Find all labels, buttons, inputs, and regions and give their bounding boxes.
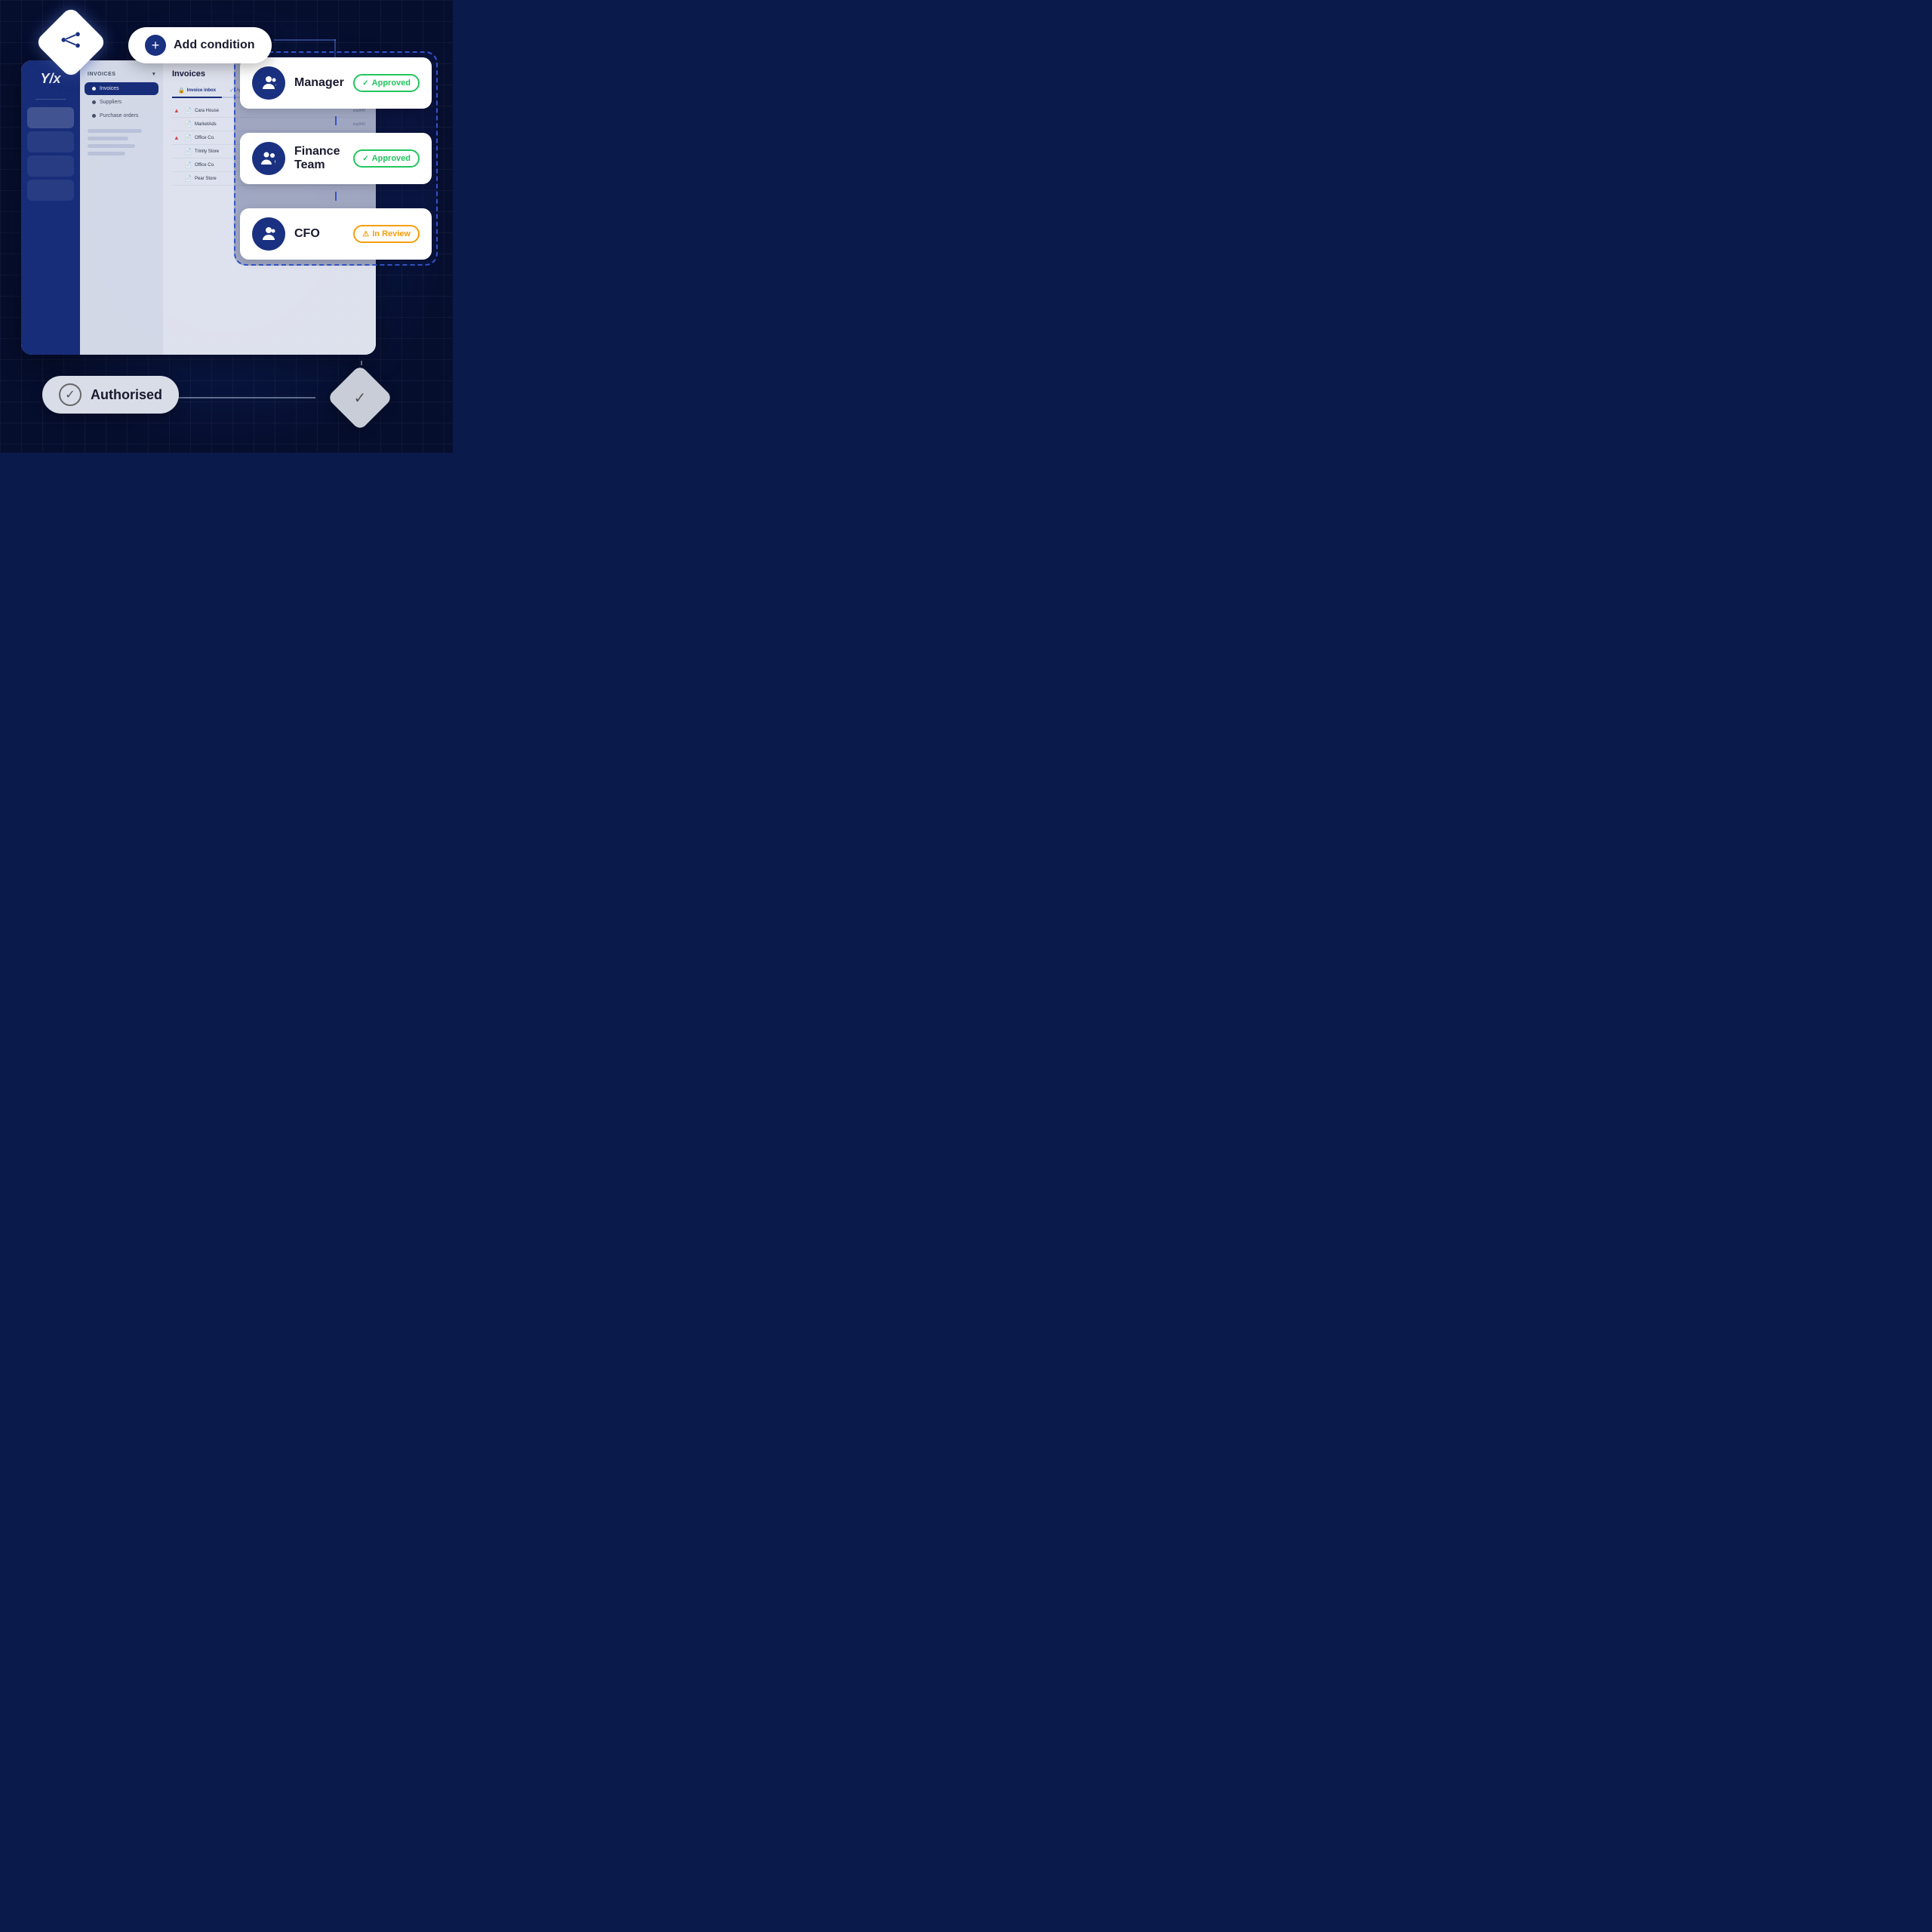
finance-status-badge: ✓ Approved <box>353 149 420 168</box>
workflow-svg <box>60 29 82 51</box>
doc-icon: 📄 <box>184 148 192 155</box>
approval-avatar-cfo <box>252 217 285 251</box>
connector-dot-1 <box>335 116 337 125</box>
nav-placeholder-4 <box>88 152 125 155</box>
doc-icon: 📄 <box>184 121 192 128</box>
app-sidebar: Y/x <box>21 60 80 355</box>
approvals-dashed-border: Manager ✓ Approved <box>234 51 438 266</box>
tab-invoice-inbox[interactable]: 🔒 Invoice inbox <box>172 85 222 98</box>
nav-menu-suppliers[interactable]: Suppliers <box>85 96 158 109</box>
cfo-status-badge: ⚠ In Review <box>353 225 420 243</box>
nav-dot-suppliers <box>92 100 96 104</box>
doc-icon: 📄 <box>184 162 192 168</box>
main-scene: + Add condition Y/x Invoices ▾ <box>0 0 453 453</box>
people-icon-finance <box>260 149 278 168</box>
cfo-label: CFO <box>294 227 344 241</box>
app-logo: Y/x <box>40 71 60 87</box>
check-icon: ✓ <box>362 79 368 88</box>
sidebar-nav <box>21 107 80 201</box>
doc-icon: 📄 <box>184 134 192 141</box>
finance-status-label: Approved <box>372 154 411 163</box>
sidebar-divider <box>35 99 66 100</box>
add-condition-label: Add condition <box>174 38 255 52</box>
people-icon-manager <box>260 74 278 92</box>
check-diamond-icon: ✓ <box>354 388 367 407</box>
card-connector-1 <box>240 115 432 127</box>
connector-dot-2 <box>335 192 337 201</box>
nav-placeholder-3 <box>88 144 135 148</box>
manager-label: Manager <box>294 76 344 90</box>
warning-icon: ▲ <box>174 134 181 141</box>
check-icon-finance: ✓ <box>362 155 368 163</box>
authorised-badge: ✓ Authorised <box>42 376 179 414</box>
sidebar-nav-item-active[interactable] <box>27 107 74 128</box>
sidebar-nav-item-2[interactable] <box>27 155 74 177</box>
doc-icon: 📄 <box>184 107 192 114</box>
warning-icon-cfo: ⚠ <box>362 230 369 238</box>
nav-section-title: Invoices ▾ <box>80 71 163 82</box>
nav-dot-invoices <box>92 87 96 91</box>
authorised-check-icon: ✓ <box>59 383 82 406</box>
nav-placeholder-1 <box>88 129 142 133</box>
app-nav-left: Invoices ▾ Invoices Suppliers Purchase o… <box>80 60 163 355</box>
nav-menu-purchase-orders[interactable]: Purchase orders <box>85 109 158 122</box>
sidebar-nav-item-1[interactable] <box>27 131 74 152</box>
approval-card-manager: Manager ✓ Approved <box>240 57 432 109</box>
approval-avatar-manager <box>252 66 285 100</box>
connector-line-h-right <box>274 39 336 41</box>
people-icon-cfo <box>260 225 278 243</box>
check-diamond: ✓ <box>327 365 393 431</box>
authorised-label: Authorised <box>91 387 162 403</box>
plus-icon: + <box>145 35 166 56</box>
approvals-panel: Manager ✓ Approved <box>234 51 438 266</box>
nav-placeholder-2 <box>88 137 128 140</box>
warning-icon: ▲ <box>174 107 181 114</box>
nav-menu-invoices[interactable]: Invoices <box>85 82 158 95</box>
approval-card-cfo: CFO ⚠ In Review <box>240 208 432 260</box>
nav-dot-purchase-orders <box>92 114 96 118</box>
add-condition-button[interactable]: + Add condition <box>128 27 272 63</box>
approval-card-finance-team: Finance Team ✓ Approved <box>240 133 432 184</box>
nav-placeholder-lines <box>80 123 163 162</box>
finance-team-label: Finance Team <box>294 145 344 172</box>
cfo-status-label: In Review <box>372 229 411 238</box>
workflow-icon-inner <box>60 29 82 57</box>
approval-avatar-finance <box>252 142 285 175</box>
sidebar-nav-item-3[interactable] <box>27 180 74 201</box>
card-connector-2 <box>240 190 432 202</box>
manager-status-badge: ✓ Approved <box>353 74 420 92</box>
doc-icon: 📄 <box>184 175 192 182</box>
manager-status-label: Approved <box>372 78 411 88</box>
